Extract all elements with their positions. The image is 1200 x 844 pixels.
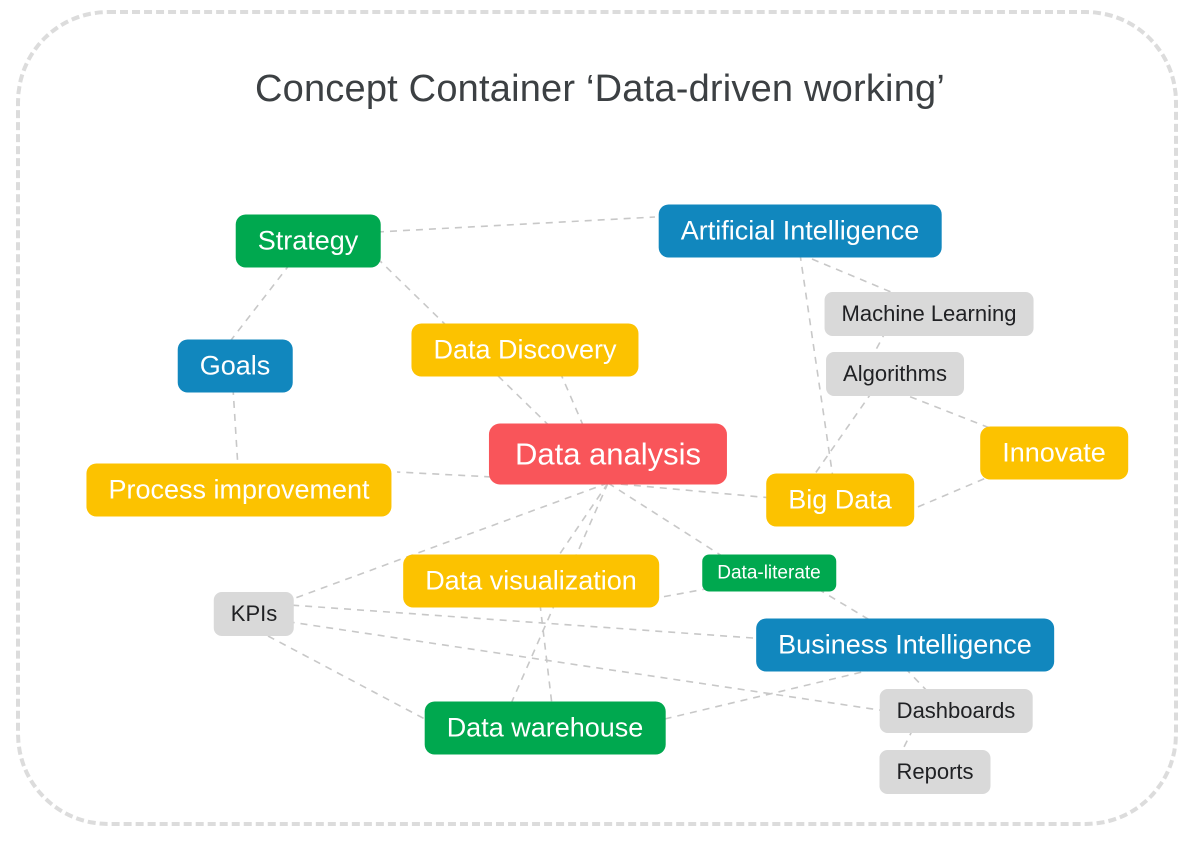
node-dashboards[interactable]: Dashboards <box>879 689 1033 733</box>
node-reports[interactable]: Reports <box>879 750 991 794</box>
node-data-literate[interactable]: Data-literate <box>702 554 836 592</box>
node-label: Data-literate <box>717 562 821 584</box>
node-data-warehouse[interactable]: Data warehouse <box>424 701 666 755</box>
edge-data-analysis-to-data-visualization <box>556 482 609 559</box>
node-label: Strategy <box>257 225 359 256</box>
edge-data-warehouse-to-business-intelligence <box>651 667 880 723</box>
node-process-improvement[interactable]: Process improvement <box>86 463 392 517</box>
node-label: Machine Learning <box>841 301 1017 326</box>
edge-artificial-intelligence-to-machine-learning <box>799 253 904 298</box>
node-data-analysis[interactable]: Data analysis <box>488 423 728 485</box>
edge-algorithms-to-big-data <box>811 391 873 479</box>
node-machine-learning[interactable]: Machine Learning <box>824 292 1034 336</box>
edge-data-analysis-to-data-literate <box>607 482 723 557</box>
node-label: Innovate <box>1002 437 1106 468</box>
node-label: Business Intelligence <box>778 629 1032 660</box>
edge-strategy-to-artificial-intelligence <box>376 216 656 233</box>
node-strategy[interactable]: Strategy <box>235 214 381 268</box>
node-label: Goals <box>199 350 271 381</box>
node-label: KPIs <box>230 601 278 626</box>
page-title: Concept Container ‘Data-driven working’ <box>254 68 946 110</box>
node-label: Data visualization <box>425 565 637 596</box>
node-label: Big Data <box>788 484 892 515</box>
node-label: Dashboards <box>896 698 1016 723</box>
edge-data-literate-to-business-intelligence <box>817 588 874 623</box>
edge-data-visualization-to-data-warehouse <box>539 603 553 706</box>
node-data-discovery[interactable]: Data Discovery <box>411 323 639 377</box>
edge-kpis-to-data-warehouse <box>267 635 439 727</box>
node-label: Reports <box>896 759 974 784</box>
edge-goals-to-process-improvement <box>232 387 239 469</box>
node-label: Data analysis <box>514 436 702 472</box>
node-label: Data warehouse <box>446 712 644 743</box>
node-business-intelligence[interactable]: Business Intelligence <box>756 618 1054 672</box>
node-label: Artificial Intelligence <box>680 215 920 246</box>
node-algorithms[interactable]: Algorithms <box>826 352 964 396</box>
edge-algorithms-to-innovate <box>897 391 1001 433</box>
node-data-visualization[interactable]: Data visualization <box>403 554 659 608</box>
edge-data-analysis-to-big-data <box>607 482 773 499</box>
edge-business-intelligence-to-kpis <box>289 604 754 639</box>
node-label: Algorithms <box>843 361 947 386</box>
node-innovate[interactable]: Innovate <box>980 426 1128 480</box>
diagram-canvas: Concept Container ‘Data-driven working’ … <box>0 0 1200 844</box>
node-label: Process improvement <box>108 474 370 505</box>
node-label: Data Discovery <box>433 334 617 365</box>
node-goals[interactable]: Goals <box>177 339 293 393</box>
node-big-data[interactable]: Big Data <box>766 473 914 527</box>
edge-strategy-to-goals <box>227 263 291 345</box>
node-kpis[interactable]: KPIs <box>213 592 295 636</box>
node-artificial-intelligence[interactable]: Artificial Intelligence <box>658 204 942 258</box>
